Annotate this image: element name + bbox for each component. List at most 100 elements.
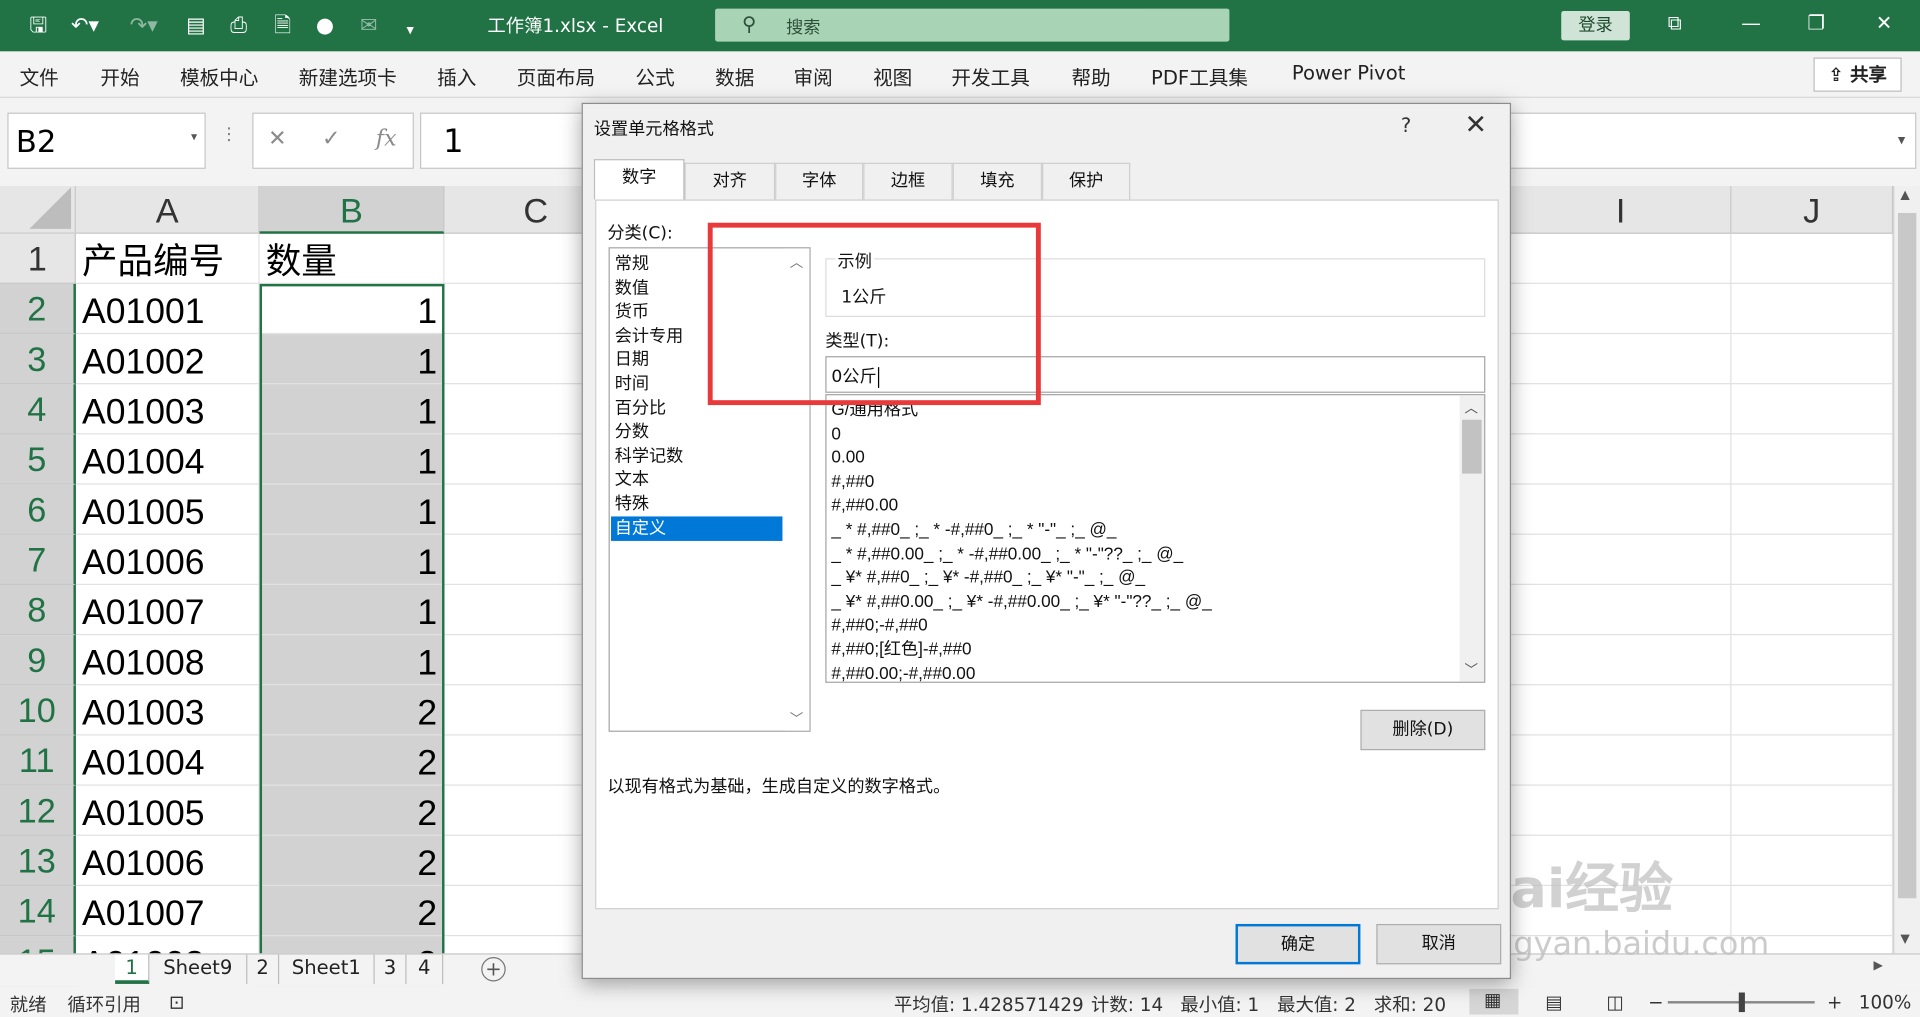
scroll-down-icon[interactable]: ﹀ <box>1465 660 1478 680</box>
cell-product-code[interactable]: A01007 <box>75 886 260 937</box>
print-preview-icon[interactable]: ⎙ <box>230 12 247 39</box>
empty-cell[interactable] <box>1511 685 1732 736</box>
empty-cell[interactable] <box>1731 685 1894 736</box>
cell-product-code[interactable]: A01006 <box>75 835 260 887</box>
page-break-view-icon[interactable]: ◫ <box>1607 991 1624 1013</box>
empty-cell[interactable] <box>1731 835 1894 887</box>
cell-product-code[interactable]: A01003 <box>75 685 260 736</box>
empty-cell[interactable] <box>1511 334 1732 385</box>
format-list[interactable]: G/通用格式 0 0.00 #,##0 #,##0.00 _ * #,##0_ ;_ * … <box>825 394 1486 683</box>
empty-cell[interactable] <box>1511 635 1732 686</box>
format-item[interactable]: 0.00 <box>831 444 864 468</box>
row-header[interactable]: 6 <box>0 484 76 535</box>
format-item[interactable]: _ ¥* #,##0_ ;_ ¥* -#,##0_ ;_ ¥* "-"_ ;_ … <box>831 564 1145 588</box>
empty-cell[interactable] <box>1731 384 1894 435</box>
cell-product-code[interactable]: A01007 <box>75 584 260 636</box>
tab-help[interactable]: 帮助 <box>1071 61 1110 90</box>
category-list[interactable]: 常规 数值 货币 会计专用 日期 时间 百分比 分数 科学记数 文本 特殊 自定义 ︿ ﹀ <box>608 247 811 732</box>
empty-cell[interactable] <box>1731 635 1894 686</box>
row-header[interactable]: 12 <box>0 785 76 836</box>
category-item[interactable]: 时间 <box>611 372 782 396</box>
empty-cell[interactable] <box>1511 434 1732 485</box>
cell-product-code[interactable]: A01008 <box>75 635 260 686</box>
tab-page-layout[interactable]: 页面布局 <box>517 61 595 90</box>
cell-quantity[interactable]: 2 <box>259 835 445 887</box>
minimize-icon[interactable]: — <box>1741 11 1761 34</box>
row-header[interactable]: 13 <box>0 835 76 887</box>
status-circular[interactable]: 循环引用 <box>67 991 140 1017</box>
page-layout-view-icon[interactable]: ▤ <box>1545 991 1562 1013</box>
empty-cell[interactable] <box>1731 334 1894 385</box>
form-icon[interactable]: ▤ <box>186 12 206 39</box>
cell-quantity[interactable]: 1 <box>259 334 445 385</box>
vertical-scrollbar[interactable]: ▲ ▼ <box>1893 186 1920 954</box>
tab-border[interactable]: 边框 <box>863 162 953 200</box>
format-item[interactable]: 0 <box>831 420 841 444</box>
cell-quantity[interactable]: 1 <box>259 384 445 435</box>
tab-home[interactable]: 开始 <box>100 61 139 90</box>
empty-cell[interactable] <box>1511 785 1732 836</box>
cell-product-code[interactable]: A01002 <box>75 334 260 385</box>
category-item[interactable]: 特殊 <box>611 492 782 516</box>
column-header-i[interactable]: I <box>1511 186 1732 234</box>
format-item[interactable]: _ * #,##0_ ;_ * -#,##0_ ;_ * "-"_ ;_ @_ <box>831 516 1116 540</box>
empty-cell[interactable] <box>1511 233 1732 284</box>
cancel-icon[interactable]: ✕ <box>268 126 286 152</box>
sheet-tab-2[interactable]: 2 <box>247 954 280 984</box>
cell-product-code[interactable]: A01004 <box>75 735 260 786</box>
scroll-down-icon[interactable]: ﹀ <box>790 709 803 729</box>
sheet-tab-sheet1[interactable]: Sheet1 <box>279 954 375 984</box>
ok-button[interactable]: 确定 <box>1235 923 1361 965</box>
format-item[interactable]: #,##0.00 <box>831 492 898 516</box>
column-header-j[interactable]: J <box>1731 186 1894 234</box>
row-header[interactable]: 7 <box>0 534 76 585</box>
category-item[interactable]: 自定义 <box>611 515 783 541</box>
category-item[interactable]: 百分比 <box>611 396 782 420</box>
empty-cell[interactable] <box>1731 484 1894 535</box>
category-item[interactable]: 日期 <box>611 348 782 372</box>
format-item[interactable]: G/通用格式 <box>831 397 918 421</box>
add-sheet-button[interactable]: + <box>481 957 506 982</box>
tab-view[interactable]: 视图 <box>873 61 912 90</box>
scroll-right-icon[interactable]: ▶ <box>1873 959 1882 972</box>
save-icon[interactable]: 🖫 <box>29 12 47 39</box>
expand-formula-icon[interactable]: ▾ <box>1898 131 1905 148</box>
cell-quantity[interactable]: 2 <box>259 685 445 736</box>
row-header[interactable]: 11 <box>0 735 76 786</box>
sheet-tab-4[interactable]: 4 <box>407 954 444 984</box>
cell-quantity[interactable]: 1 <box>259 283 445 335</box>
header-cell-product-code[interactable]: 产品编号 <box>75 233 260 284</box>
row-header[interactable]: 4 <box>0 384 76 435</box>
customize-icon[interactable]: ▾ <box>407 16 414 43</box>
insert-function-button[interactable]: fx <box>376 126 397 152</box>
category-item[interactable]: 货币 <box>611 300 782 324</box>
search-box[interactable]: ⚲ 搜索 <box>715 8 1230 42</box>
format-item[interactable]: #,##0 <box>831 468 874 492</box>
login-button[interactable]: 登录 <box>1561 11 1630 41</box>
tab-file[interactable]: 文件 <box>20 61 59 90</box>
undo-icon[interactable]: ↶▾ <box>71 12 99 39</box>
scroll-thumb[interactable] <box>1897 212 1917 899</box>
delete-button[interactable]: 删除(D) <box>1360 709 1486 751</box>
cell-quantity[interactable]: 1 <box>259 534 445 585</box>
tab-review[interactable]: 审阅 <box>793 61 832 90</box>
category-scrollbar[interactable]: ︿ ﹀ <box>784 248 810 731</box>
category-item[interactable]: 会计专用 <box>611 324 782 348</box>
row-header[interactable]: 5 <box>0 434 76 485</box>
restore-icon[interactable]: ❐ <box>1807 11 1825 34</box>
tab-pdf-tools[interactable]: PDF工具集 <box>1151 61 1248 90</box>
zoom-slider[interactable] <box>1667 992 1815 1013</box>
cell-quantity[interactable]: 1 <box>259 635 445 686</box>
header-cell-quantity[interactable]: 数量 <box>259 233 445 284</box>
tab-alignment[interactable]: 对齐 <box>684 162 776 200</box>
redo-icon[interactable]: ↷▾ <box>130 12 158 39</box>
row-header[interactable]: 8 <box>0 584 76 636</box>
close-icon[interactable]: ✕ <box>1465 110 1488 141</box>
empty-cell[interactable] <box>1731 233 1894 284</box>
category-item[interactable]: 科学记数 <box>611 444 782 468</box>
tab-insert[interactable]: 插入 <box>437 61 476 90</box>
column-header-b[interactable]: B <box>259 186 445 234</box>
close-window-icon[interactable]: ✕ <box>1876 11 1892 34</box>
normal-view-icon[interactable]: ▦ <box>1469 988 1519 1015</box>
cell-quantity[interactable]: 2 <box>259 886 445 937</box>
